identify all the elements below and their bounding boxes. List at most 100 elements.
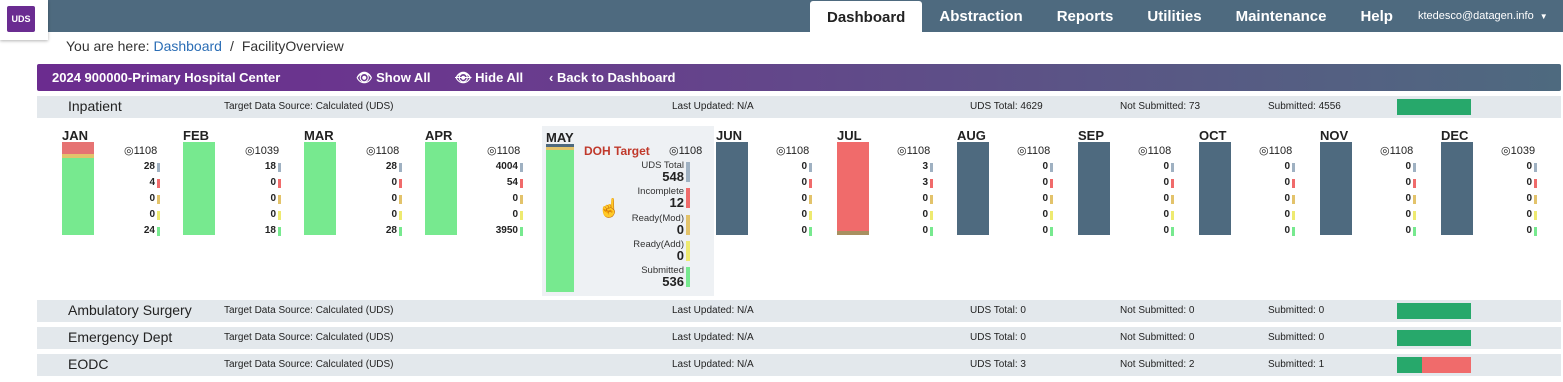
- breadcrumb-prefix: You are here:: [66, 38, 150, 54]
- back-to-dashboard-button[interactable]: ‹ Back to Dashboard: [549, 70, 675, 85]
- status-marker: [930, 227, 933, 236]
- month-apr[interactable]: APR ◎1108 4004 54 0 0 3950: [425, 128, 545, 240]
- status-marker: [1050, 163, 1053, 172]
- section-updated: Last Updated: N/A: [672, 101, 754, 112]
- value-text: 0: [391, 209, 397, 220]
- section-eodc[interactable]: EODC Target Data Source: Calculated (UDS…: [37, 354, 1561, 376]
- value-text: 0: [1163, 161, 1169, 172]
- value-text: 0: [1042, 209, 1048, 220]
- month-stack-bar: [546, 144, 574, 292]
- value-text: 0: [1042, 193, 1048, 204]
- value-text: 0: [1042, 161, 1048, 172]
- month-stack-bar: [957, 142, 989, 235]
- breadcrumb-dashboard-link[interactable]: Dashboard: [153, 38, 222, 54]
- section-uds-total: UDS Total: 4629: [970, 101, 1043, 112]
- status-marker: [1171, 227, 1174, 236]
- month-dec[interactable]: DEC ◎1039 0 0 0 0 0: [1441, 128, 1561, 240]
- month-values: 0 0 0 0 0: [1265, 159, 1295, 239]
- value-text: 0: [922, 225, 928, 236]
- status-marker: [399, 179, 402, 188]
- month-value: 0: [1265, 175, 1295, 191]
- month-value: 0: [1507, 191, 1537, 207]
- status-marker: [157, 211, 160, 220]
- month-name: JAN: [62, 128, 89, 143]
- section-inpatient[interactable]: Inpatient Target Data Source: Calculated…: [37, 96, 1561, 118]
- section-name: EODC: [68, 356, 109, 372]
- section-emergency-dept[interactable]: Emergency Dept Target Data Source: Calcu…: [37, 327, 1561, 349]
- user-menu[interactable]: ktedesco@datagen.info ▼: [1418, 0, 1548, 32]
- value-text: 0: [1526, 225, 1532, 236]
- nav-menu: Dashboard Abstraction Reports Utilities …: [810, 0, 1548, 33]
- month-target-count: ◎1108: [124, 145, 158, 157]
- status-marker: [520, 179, 523, 188]
- month-value: 0: [372, 175, 402, 191]
- stack-segment: [62, 142, 94, 154]
- month-name: MAY: [546, 130, 574, 145]
- month-value: 0: [782, 223, 812, 239]
- value-text: 0: [1526, 161, 1532, 172]
- section-submitted: Submitted: 1: [1268, 359, 1325, 370]
- nav-help[interactable]: Help: [1343, 0, 1410, 32]
- chevron-left-icon: ‹: [549, 70, 554, 85]
- section-submitted: Submitted: 0: [1268, 332, 1325, 343]
- nav-dashboard[interactable]: Dashboard: [810, 1, 923, 33]
- month-value: 0: [782, 191, 812, 207]
- status-marker: [809, 163, 812, 172]
- section-submitted: Submitted: 4556: [1268, 101, 1341, 112]
- section-updated: Last Updated: N/A: [672, 359, 754, 370]
- month-value: 0: [782, 207, 812, 223]
- month-value: 0: [903, 191, 933, 207]
- month-stack-bar: [183, 142, 215, 235]
- month-value: 0: [251, 175, 281, 191]
- month-jan[interactable]: JAN ◎1108 28 4 0 0 24: [62, 128, 182, 240]
- section-source: Target Data Source: Calculated (UDS): [224, 101, 394, 112]
- status-marker: [1050, 211, 1053, 220]
- value-text: 0: [1526, 177, 1532, 188]
- value-text: 28: [385, 225, 397, 236]
- month-mar[interactable]: MAR ◎1108 28 0 0 0 28: [304, 128, 424, 240]
- month-oct[interactable]: OCT ◎1108 0 0 0 0 0: [1199, 128, 1319, 240]
- month-target-count: ◎1108: [487, 145, 521, 157]
- status-marker: [399, 211, 402, 220]
- month-value: 3950: [493, 223, 523, 239]
- value-text: 0: [270, 193, 276, 204]
- status-marker: [399, 163, 402, 172]
- section-ambulatory-surgery[interactable]: Ambulatory Surgery Target Data Source: C…: [37, 300, 1561, 322]
- month-aug[interactable]: AUG ◎1108 0 0 0 0 0: [957, 128, 1077, 240]
- month-value: 28: [372, 159, 402, 175]
- status-marker: [520, 211, 523, 220]
- month-value: 0: [782, 175, 812, 191]
- status-marker: [1292, 227, 1295, 236]
- nav-abstraction[interactable]: Abstraction: [922, 0, 1039, 32]
- value-text: 0: [801, 225, 807, 236]
- nav-utilities[interactable]: Utilities: [1130, 0, 1218, 32]
- nav-maintenance[interactable]: Maintenance: [1219, 0, 1344, 32]
- month-jun[interactable]: JUN ◎1108 0 0 0 0 0: [716, 128, 836, 240]
- month-jul[interactable]: JUL ◎1108 3 3 0 0 0: [837, 128, 957, 240]
- month-value: 0: [1023, 191, 1053, 207]
- submitted-marker: [686, 267, 690, 287]
- app-logo[interactable]: UDS: [7, 6, 35, 32]
- month-value: 0: [1144, 159, 1174, 175]
- month-value: 0: [493, 207, 523, 223]
- month-value: 28: [130, 159, 160, 175]
- show-all-button[interactable]: 👁 Show All: [356, 70, 431, 86]
- value-text: 4004: [495, 161, 518, 172]
- value-text: 0: [1042, 225, 1048, 236]
- value-text: 3950: [495, 225, 518, 236]
- hide-all-button[interactable]: 👁 Hide All: [455, 70, 523, 86]
- month-value: 0: [493, 191, 523, 207]
- nav-reports[interactable]: Reports: [1040, 0, 1131, 32]
- month-may-expanded[interactable]: MAY DOH Target ◎1108 UDS Total 548 Incomp…: [542, 126, 714, 296]
- month-values: 28 4 0 0 24: [130, 159, 160, 239]
- month-nov[interactable]: NOV ◎1108 0 0 0 0 0: [1320, 128, 1440, 240]
- month-stack-bar: [1199, 142, 1231, 235]
- mod-marker: [686, 215, 690, 235]
- add-marker: [686, 241, 690, 261]
- month-sep[interactable]: SEP ◎1108 0 0 0 0 0: [1078, 128, 1198, 240]
- top-nav: UDS Dashboard Abstraction Reports Utilit…: [0, 0, 1563, 40]
- month-feb[interactable]: FEB ◎1039 18 0 0 0 18: [183, 128, 303, 240]
- stack-segment: [716, 142, 748, 235]
- user-email: ktedesco@datagen.info: [1417, 10, 1534, 22]
- status-marker: [399, 195, 402, 204]
